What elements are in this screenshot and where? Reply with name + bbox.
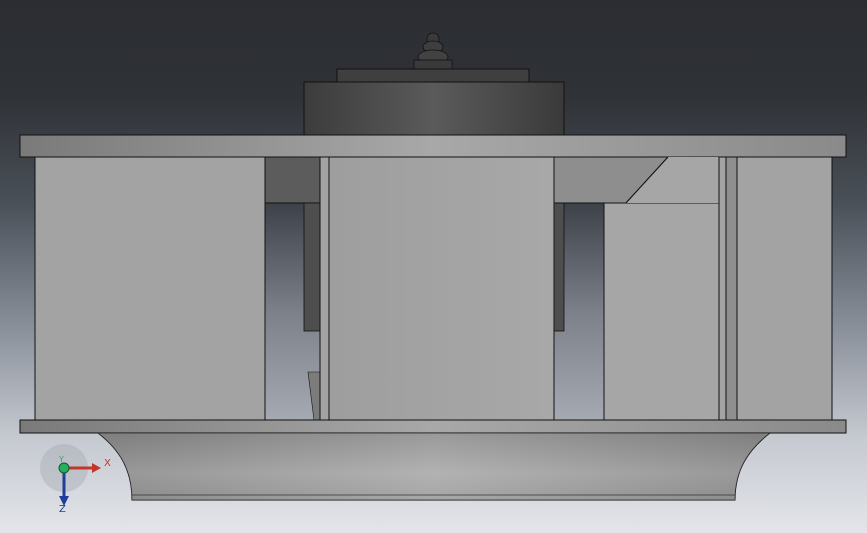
- front-shroud-ring: [19, 419, 847, 434]
- 3d-viewport[interactable]: Y X Z: [0, 0, 867, 533]
- triad-x-label: X: [104, 458, 111, 469]
- hub-knob: [413, 32, 453, 71]
- top-back-plate: [19, 134, 847, 158]
- triad-y-label: Y: [59, 455, 64, 464]
- triad-z-label: Z: [59, 504, 66, 515]
- orientation-triad[interactable]: [40, 444, 101, 506]
- inlet-cone: [96, 432, 772, 501]
- fan-impeller-model[interactable]: [0, 0, 867, 533]
- hub-collar: [303, 68, 565, 136]
- impeller-blades: [34, 156, 833, 421]
